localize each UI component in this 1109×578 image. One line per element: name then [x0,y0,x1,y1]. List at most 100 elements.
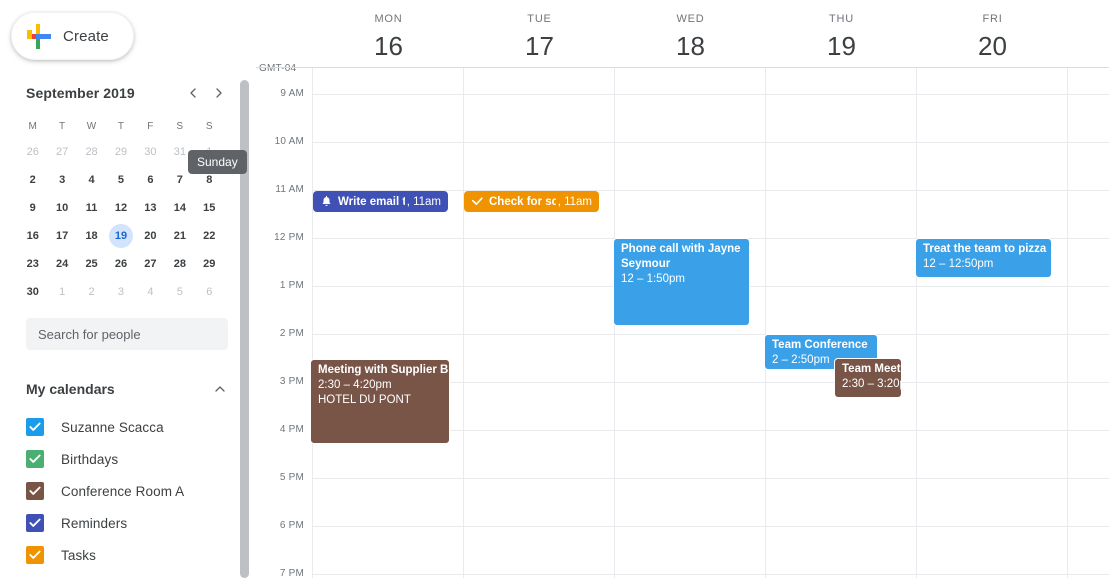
day-header-dow: WED [676,13,705,25]
mini-calendar-day-3[interactable]: 3 [47,166,76,194]
calendar-list-item-label: Conference Room A [61,483,185,499]
event-location: HOTEL DU PONT [318,394,411,406]
mini-calendar-day-17[interactable]: 17 [47,222,76,250]
day-header-dow: FRI [982,13,1003,25]
mini-calendar-day-12[interactable]: 12 [106,194,135,222]
event-write-email[interactable]: Write email t, 11am [313,191,448,212]
day-header-number[interactable]: 20 [917,31,1068,62]
mini-calendar-day-11[interactable]: 11 [77,194,106,222]
event-time: 12 – 12:50pm [923,258,994,270]
mini-calendar-day-28[interactable]: 28 [165,250,194,278]
mini-calendar-day-22[interactable]: 22 [195,222,224,250]
hour-label: 6 PM [279,520,304,531]
checkbox-icon[interactable] [26,450,44,468]
mini-calendar-dow-1: T [58,121,66,132]
calendar-list-item[interactable]: Birthdays [26,443,236,475]
mini-calendar-day-25[interactable]: 25 [77,250,106,278]
mini-calendar-day-30[interactable]: 30 [18,278,47,306]
hour-label: 7 PM [279,568,304,578]
event-treat-team-to-pizza[interactable]: Treat the team to pizza 12 – 12:50pm [915,238,1052,278]
mini-calendar-dow-5: S [176,121,184,132]
hour-line [312,478,1109,479]
mini-calendar-dow-0: M [28,121,37,132]
sidebar: Create September 2019 M T W T F S S 26 27 28 29 30 3… [0,0,256,578]
day-header-number[interactable]: 19 [766,31,917,62]
day-header-mon[interactable]: MON 16 [313,0,464,62]
chevron-right-icon[interactable] [206,80,232,106]
my-calendars-header[interactable]: My calendars [26,381,228,397]
checkbox-icon[interactable] [26,514,44,532]
mini-calendar-day-16[interactable]: 16 [18,222,47,250]
chevron-left-icon[interactable] [180,80,206,106]
mini-calendar-day-5[interactable]: 5 [106,166,135,194]
mini-calendar-month-label: September 2019 [26,85,135,101]
mini-calendar-day-5[interactable]: 5 [165,278,194,306]
plus-icon [26,23,52,49]
event-team-meeting[interactable]: Team Meeting 2:30 – 3:20pm [834,358,902,398]
mini-calendar-day-4[interactable]: 4 [77,166,106,194]
checkbox-icon[interactable] [26,482,44,500]
mini-calendar-dow-6: S [205,121,213,132]
event-check-for-sq[interactable]: Check for sq, 11am [464,191,599,212]
mini-calendar-day-27[interactable]: 27 [47,138,76,166]
calendar-list-item-label: Birthdays [61,451,119,467]
mini-calendar-day-27[interactable]: 27 [136,250,165,278]
mini-calendar-day-26[interactable]: 26 [106,250,135,278]
day-header-number[interactable]: 17 [464,31,615,62]
event-phone-call-jayne-seymour[interactable]: Phone call with Jayne Seymour 12 – 1:50pm [613,238,750,326]
event-time: 2:30 – 4:20pm [318,379,392,391]
calendar-main: MON 16 TUE 17 WED 18 THU 19 FRI 20 GMT-04 9 AM 10 … [256,0,1109,578]
mini-calendar-day-28[interactable]: 28 [77,138,106,166]
hour-line [312,334,1109,335]
mini-calendar-day-9[interactable]: 9 [18,194,47,222]
mini-calendar-day-3[interactable]: 3 [106,278,135,306]
mini-calendar-day-18[interactable]: 18 [77,222,106,250]
calendar-list-item[interactable]: Suzanne Scacca [26,411,236,443]
mini-calendar-day-10[interactable]: 10 [47,194,76,222]
mini-calendar-day-20[interactable]: 20 [136,222,165,250]
day-column-divider [312,68,313,578]
mini-calendar: September 2019 MTWTFSS262728293031123456… [0,78,240,306]
mini-calendar-day-15[interactable]: 15 [195,194,224,222]
calendar-list-item[interactable]: Tasks [26,539,236,571]
day-header-tue[interactable]: TUE 17 [464,0,615,62]
create-button[interactable]: Create [11,12,134,60]
checkbox-icon[interactable] [26,546,44,564]
event-meeting-with-supplier-b[interactable]: Meeting with Supplier B 2:30 – 4:20pm HOTE… [310,359,450,444]
mini-calendar-day-23[interactable]: 23 [18,250,47,278]
mini-calendar-day-2[interactable]: 2 [18,166,47,194]
mini-calendar-day-29[interactable]: 29 [195,250,224,278]
mini-calendar-day-19[interactable]: 19 [106,222,135,250]
day-column-divider [463,68,464,578]
calendar-list-item[interactable]: Conference Room A [26,475,236,507]
day-header-number[interactable]: 18 [615,31,766,62]
day-header-dow: MON [374,13,403,25]
chevron-up-icon[interactable] [212,381,228,397]
day-header-wed[interactable]: WED 18 [615,0,766,62]
mini-calendar-day-30[interactable]: 30 [136,138,165,166]
search-input[interactable] [26,318,228,350]
hour-line [312,142,1109,143]
checkbox-icon[interactable] [26,418,44,436]
hour-line [312,94,1109,95]
create-button-label: Create [63,27,109,45]
mini-calendar-day-21[interactable]: 21 [165,222,194,250]
day-header-number[interactable]: 16 [313,31,464,62]
mini-calendar-day-24[interactable]: 24 [47,250,76,278]
mini-calendar-day-6[interactable]: 6 [195,278,224,306]
mini-calendar-day-26[interactable]: 26 [18,138,47,166]
mini-calendar-day-6[interactable]: 6 [136,166,165,194]
mini-calendar-day-2[interactable]: 2 [77,278,106,306]
mini-calendar-day-1[interactable]: 1 [47,278,76,306]
mini-calendar-day-13[interactable]: 13 [136,194,165,222]
event-title: Team Meeting [842,363,901,375]
mini-calendar-day-14[interactable]: 14 [165,194,194,222]
mini-calendar-dow-2: W [86,121,97,132]
day-column-divider [1067,68,1068,578]
mini-calendar-day-4[interactable]: 4 [136,278,165,306]
event-title: Check for sq [489,195,556,208]
day-header-thu[interactable]: THU 19 [766,0,917,62]
calendar-list-item[interactable]: Reminders [26,507,236,539]
day-header-fri[interactable]: FRI 20 [917,0,1068,62]
mini-calendar-day-29[interactable]: 29 [106,138,135,166]
